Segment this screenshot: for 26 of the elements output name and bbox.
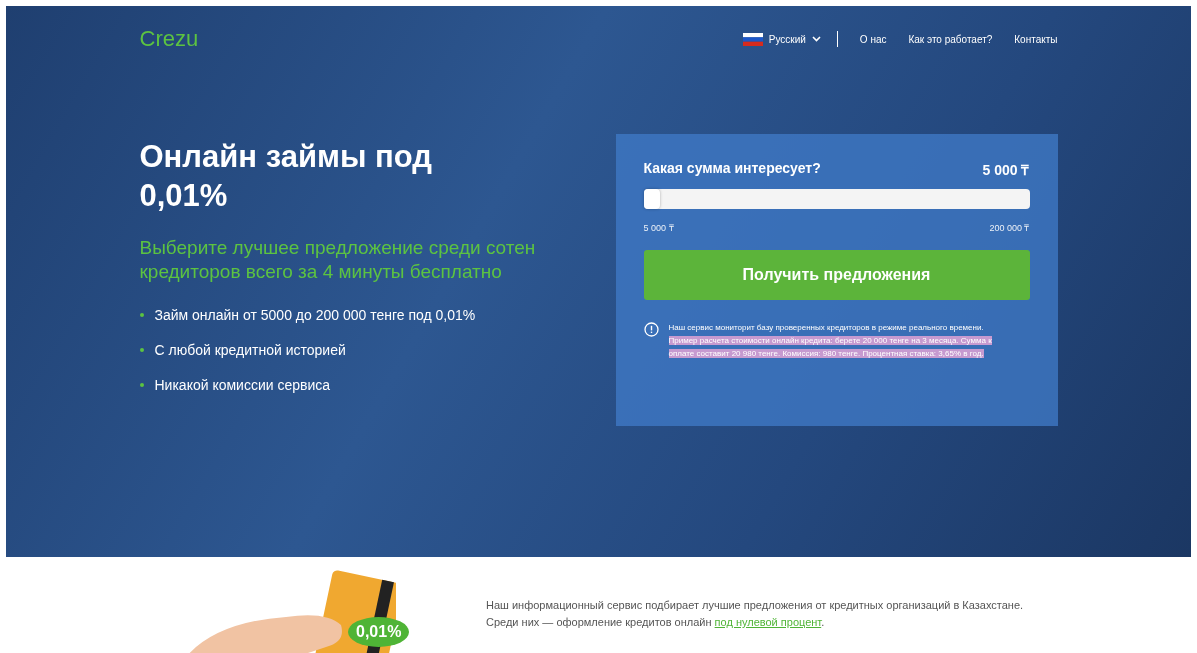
- amount-value: 5 000 ₸: [982, 161, 1030, 179]
- chevron-down-icon: [811, 36, 821, 42]
- nav-link[interactable]: Как это работает?: [908, 33, 993, 45]
- language-selector[interactable]: Русский: [742, 32, 821, 46]
- feature-text: Займ онлайн от 5000 до 200 000 тенге под 0,01%: [154, 306, 476, 323]
- bullet-icon: [139, 382, 144, 387]
- hero-subtitle: Выберите лучшее предложение среди сотен кредиторов всего за 4 минуты бесплатно: [139, 235, 537, 285]
- feature-text: С любой кредитной историей: [154, 341, 346, 358]
- feature-text: Никакой комиссии сервиса: [154, 376, 331, 393]
- hero-title: Онлайн займы под 0,01%: [139, 138, 433, 215]
- slider-min-label: 5 000 ₸: [643, 222, 674, 234]
- slider-thumb[interactable]: [643, 189, 660, 209]
- nav-link[interactable]: Контакты: [1014, 33, 1058, 45]
- flag-icon: [742, 32, 763, 46]
- percent-badge: 0,01%: [348, 617, 410, 647]
- loan-example-text: Пример расчета стоимости онлайн кредита: берете 20 000 тенге на 3 месяца. Сумма к оплате составит 20 980 тенге. Комиссия: 980 тенге. Процентная ставка: 3,65% в год.: [668, 334, 993, 360]
- info-icon: [643, 322, 659, 337]
- logo[interactable]: Crezu: [139, 26, 199, 52]
- bullet-icon: [139, 312, 144, 317]
- amount-question: Какая сумма интересует?: [643, 160, 821, 178]
- slider-max-label: 200 000 ₸: [989, 222, 1030, 234]
- about-text: Наш информационный сервис подбирает лучшие предложения от кредитных организаций в Казахстане. Среди них — оформление кредитов онлайн под нулевой процент.: [486, 598, 1025, 631]
- nav-link[interactable]: О нас: [859, 33, 887, 45]
- amount-slider[interactable]: [643, 189, 1030, 209]
- info-text: Наш сервис мониторит базу проверенных кредиторов в режиме реального времени.: [668, 322, 985, 334]
- bullet-icon: [139, 347, 144, 352]
